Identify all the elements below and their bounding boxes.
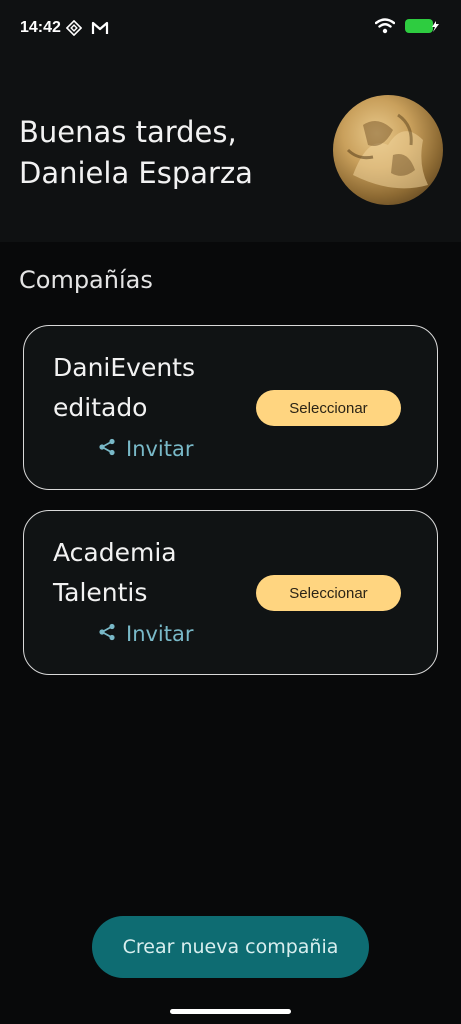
share-icon — [98, 622, 116, 646]
share-icon — [98, 437, 116, 461]
greeting-line-1: Buenas tardes, — [19, 115, 237, 149]
invite-button[interactable]: Invitar — [98, 434, 194, 464]
company-name-line-2: editado — [53, 393, 148, 422]
company-name: Academia Talentis — [53, 533, 243, 613]
company-card: DaniEvents editado Seleccionar Invitar — [23, 325, 438, 490]
avatar[interactable] — [333, 95, 443, 205]
gmail-icon — [91, 20, 109, 40]
invite-button[interactable]: Invitar — [98, 619, 194, 649]
company-name: DaniEvents editado — [53, 348, 243, 428]
company-name-line-1: DaniEvents — [53, 353, 196, 382]
greeting-header: Buenas tardes, Daniela Esparza — [0, 58, 461, 242]
select-company-button[interactable]: Seleccionar — [256, 575, 401, 611]
invite-label: Invitar — [126, 437, 194, 461]
battery-charging-icon — [405, 18, 441, 38]
app-diamond-icon — [65, 19, 83, 40]
company-name-line-1: Academia — [53, 538, 177, 567]
status-indicators — [374, 18, 441, 38]
greeting-text: Buenas tardes, Daniela Esparza — [19, 112, 253, 194]
home-screen: 14:42 Buenas tardes, Daniela Esparza Com… — [0, 0, 461, 1024]
invite-label: Invitar — [126, 622, 194, 646]
status-bar: 14:42 — [0, 0, 461, 58]
create-company-button[interactable]: Crear nueva compañia — [92, 916, 369, 978]
company-name-line-2: Talentis — [53, 578, 148, 607]
user-name: Daniela Esparza — [19, 156, 253, 190]
select-company-button[interactable]: Seleccionar — [256, 390, 401, 426]
home-indicator[interactable] — [170, 1009, 291, 1014]
status-time: 14:42 — [20, 19, 61, 36]
company-card: Academia Talentis Seleccionar Invitar — [23, 510, 438, 675]
wifi-icon — [374, 18, 396, 38]
companies-title: Compañías — [19, 266, 153, 294]
